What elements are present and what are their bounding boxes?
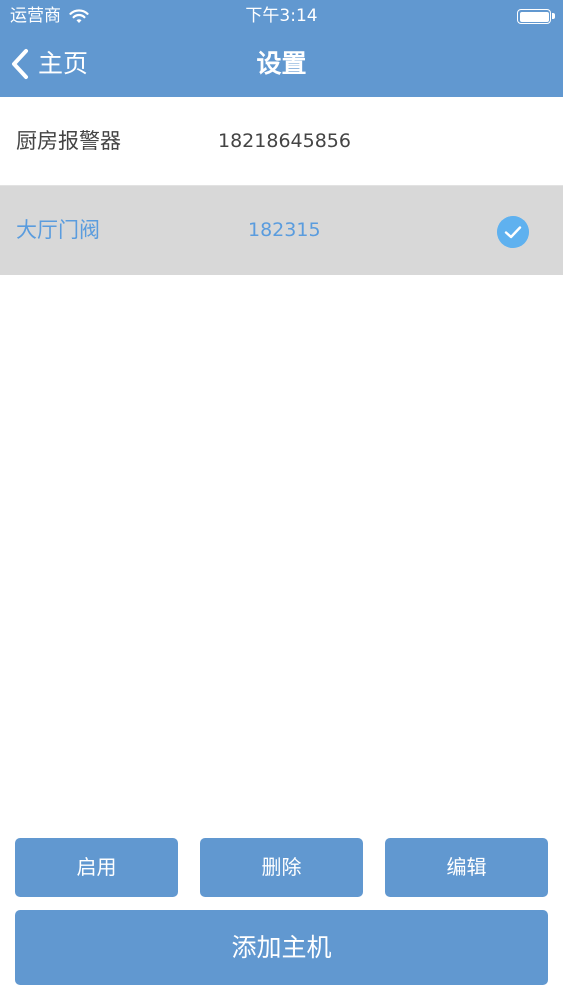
edit-button[interactable]: 编辑 <box>385 838 548 897</box>
device-list: 厨房报警器 18218645856 大厅门阀 182315 <box>0 97 563 275</box>
status-time: 下午3:14 <box>245 6 318 26</box>
device-name: 大厅门阀 <box>16 218 100 242</box>
device-name: 厨房报警器 <box>16 129 121 153</box>
device-row-selected[interactable]: 大厅门阀 182315 <box>0 186 563 275</box>
delete-button[interactable]: 删除 <box>200 838 363 897</box>
navbar: 主页 设置 <box>0 32 563 97</box>
device-phone: 182315 <box>248 219 321 241</box>
add-host-button[interactable]: 添加主机 <box>15 910 548 985</box>
status-bar: 运营商 下午3:14 <box>0 0 563 32</box>
page-title: 设置 <box>256 49 307 78</box>
device-phone: 18218645856 <box>218 130 351 152</box>
device-row[interactable]: 厨房报警器 18218645856 <box>0 97 563 186</box>
battery-icon <box>517 9 555 24</box>
header: 运营商 下午3:14 主页 设置 <box>0 0 563 97</box>
enable-button[interactable]: 启用 <box>15 838 178 897</box>
checkmark-circle-icon <box>497 216 529 248</box>
